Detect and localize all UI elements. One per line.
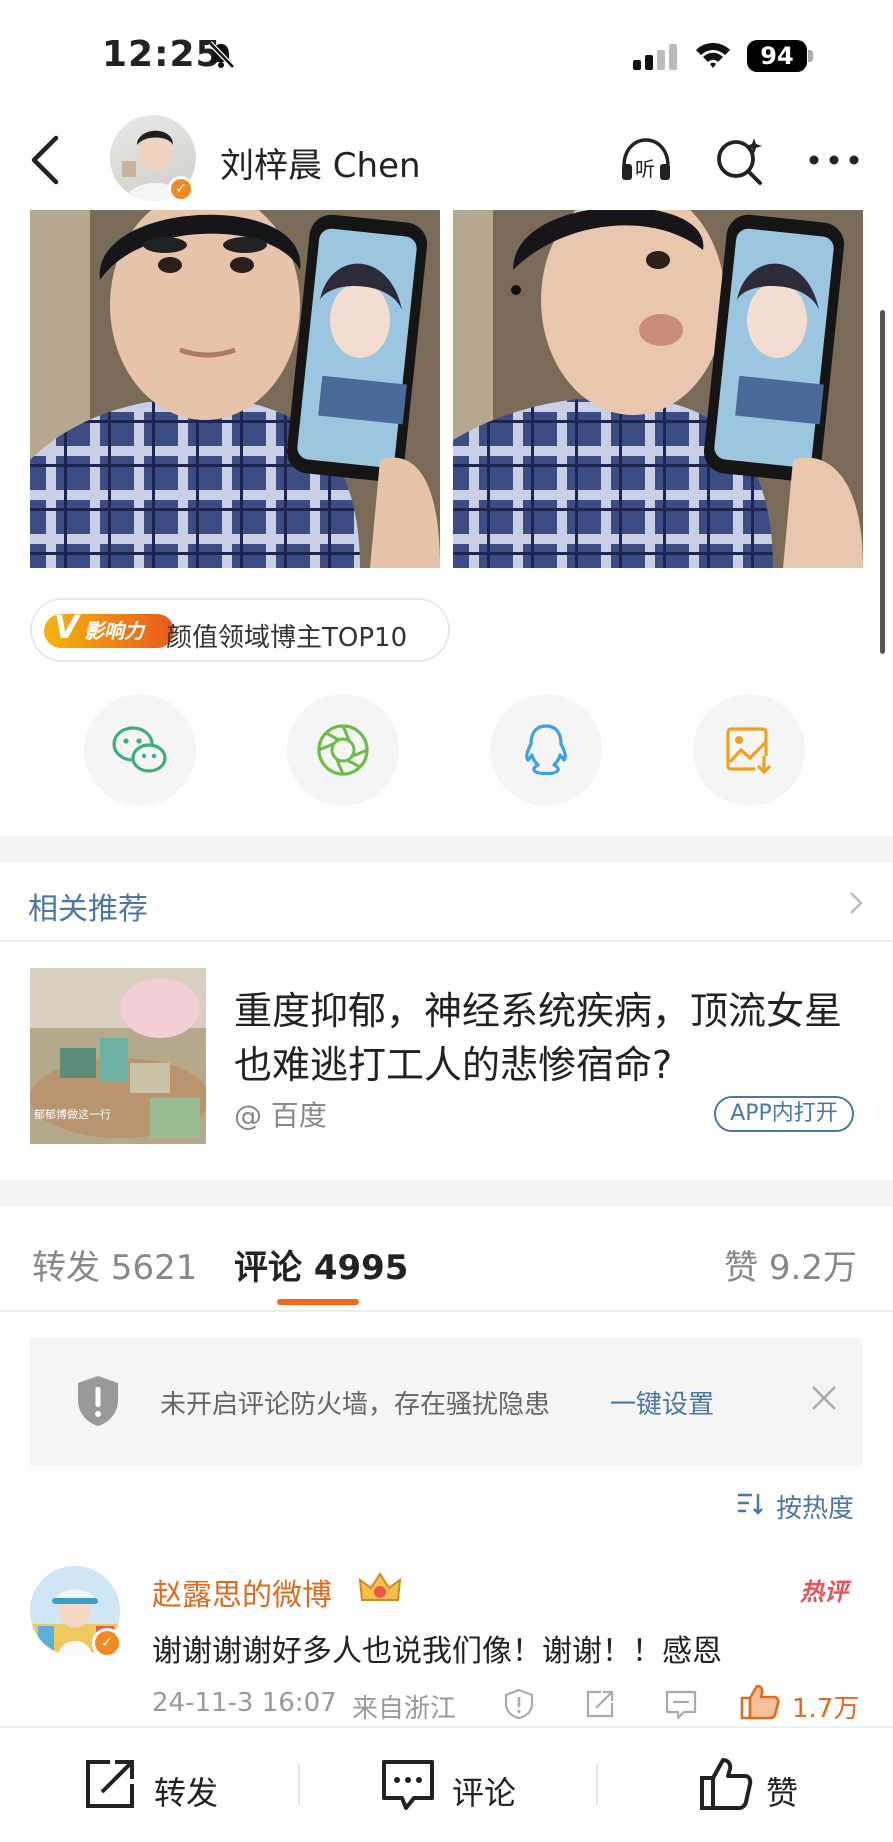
wechat-icon (112, 726, 167, 773)
repost-icon (86, 1760, 134, 1808)
bell-muted-icon (208, 41, 235, 69)
like-button[interactable]: 赞 (698, 1756, 818, 1812)
related-source: @ 百度 (234, 1099, 327, 1132)
sort-by-hot[interactable]: 按热度 (776, 1488, 854, 1525)
comment-like-count[interactable]: 1.7万 (792, 1688, 859, 1725)
more-icon[interactable] (806, 132, 862, 188)
post-image-1[interactable] (30, 210, 440, 568)
status-bar: 12:25 94 (0, 0, 893, 110)
like-icon[interactable] (740, 1684, 780, 1720)
comment-firewall-notice: 未开启评论防火墙，存在骚扰隐患 一键设置 (30, 1338, 862, 1466)
bottom-action-bar: 转发 评论 赞 (0, 1726, 893, 1842)
post-image-2-graphic (453, 210, 863, 568)
clock: 12:25 (102, 34, 222, 75)
section-gap (0, 836, 893, 862)
hot-comment-badge: 热评 (800, 1578, 848, 1606)
weibo-post-page: { "status_bar": {"time": "12:25", "batte… (0, 0, 893, 1842)
listen-label: 听 (635, 157, 655, 181)
tab-reposts[interactable]: 转发 5621 (32, 1240, 197, 1289)
moments-icon (317, 724, 369, 776)
battery-tip (808, 50, 813, 62)
tab-comments[interactable]: 评论 4995 (234, 1240, 408, 1289)
influence-text: 颜值领域博主TOP10 (166, 623, 408, 653)
save-image-icon (726, 727, 773, 775)
active-tab-indicator (277, 1299, 359, 1305)
repost-label: 转发 (154, 1774, 219, 1812)
comment-location: 来自浙江 (352, 1694, 457, 1724)
firewall-setup-link[interactable]: 一键设置 (610, 1384, 714, 1421)
wifi-icon (696, 42, 730, 68)
related-thumbnail[interactable]: 郁郁博做这一行 (30, 968, 206, 1144)
related-header: 相关推荐 (28, 892, 148, 927)
crown-badge-icon (358, 1572, 402, 1601)
repost-button[interactable]: 转发 (82, 1756, 232, 1812)
reply-comment-icon[interactable] (664, 1688, 698, 1720)
share-moments-button[interactable] (287, 694, 399, 806)
commenter-name[interactable]: 赵露思的微博 (152, 1570, 332, 1614)
battery-indicator: 94 (747, 40, 807, 72)
related-title[interactable]: 重度抑郁，神经系统疾病，顶流女星也难逃打工人的悲惨宿命? (234, 984, 854, 1092)
comment-timestamp: 24-11-3 16:07 (152, 1688, 337, 1718)
chevron-right-icon[interactable] (846, 890, 866, 916)
post-image-1-graphic (30, 210, 440, 568)
magic-search-icon[interactable] (712, 132, 768, 188)
shield-alert-icon (78, 1376, 118, 1426)
verified-badge: ✓ (168, 176, 194, 202)
influence-badge[interactable]: 影响力 V 颜值领域博主TOP10 (30, 598, 450, 662)
author-name[interactable]: 刘梓晨 Chen (220, 138, 421, 187)
comment-text[interactable]: 谢谢谢谢好多人也说我们像！谢谢！！感恩 (152, 1626, 722, 1670)
comment-label: 评论 (452, 1774, 517, 1812)
top-nav-bar: ✓ 刘梓晨 Chen 听 (0, 110, 893, 210)
report-icon[interactable] (503, 1688, 535, 1720)
back-icon[interactable] (26, 132, 66, 188)
scrollbar[interactable] (880, 310, 885, 654)
tab-likes[interactable]: 赞 9.2万 (724, 1240, 857, 1289)
share-wechat-button[interactable] (84, 694, 196, 806)
save-image-button[interactable] (693, 694, 805, 806)
separator (298, 1764, 300, 1806)
like-label: 赞 (766, 1774, 799, 1812)
separator (596, 1764, 598, 1806)
related-thumbnail-graphic: 郁郁博做这一行 (30, 968, 206, 1144)
firewall-text: 未开启评论防火墙，存在骚扰隐患 (160, 1390, 551, 1420)
comment-icon (382, 1760, 434, 1810)
comment-button[interactable]: 评论 (380, 1756, 530, 1812)
divider (0, 940, 893, 942)
close-icon[interactable] (808, 1382, 840, 1414)
divider (0, 1310, 893, 1312)
thumbs-up-icon (700, 1758, 753, 1810)
cellular-signal-icon (633, 44, 677, 70)
commenter-verified-badge: ✓ (92, 1628, 122, 1658)
qq-icon (525, 724, 567, 776)
post-image-2[interactable] (453, 210, 863, 568)
listen-icon[interactable]: 听 (618, 132, 674, 188)
open-in-app-button[interactable]: APP内打开 (714, 1096, 854, 1132)
sort-icon[interactable] (736, 1492, 764, 1516)
thumb-caption: 郁郁博做这一行 (34, 1107, 111, 1121)
v-icon: V (54, 608, 79, 646)
repost-comment-icon[interactable] (584, 1688, 616, 1720)
section-gap (0, 1180, 893, 1206)
share-qq-button[interactable] (490, 694, 602, 806)
